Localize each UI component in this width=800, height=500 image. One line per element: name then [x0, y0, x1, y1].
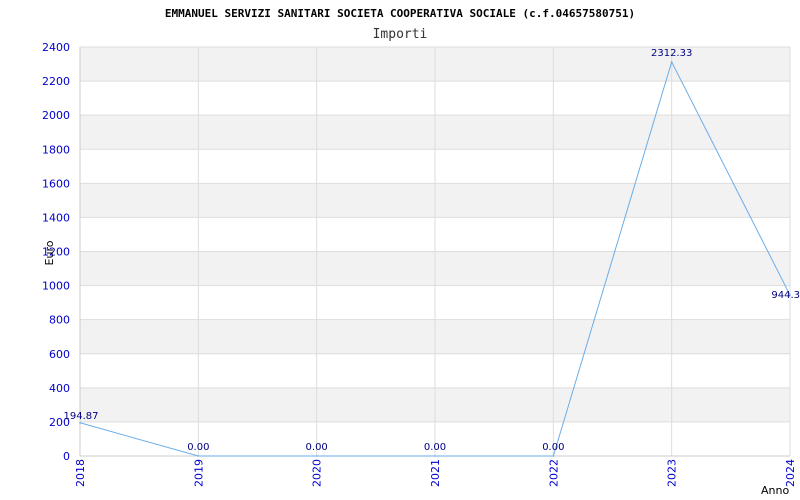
y-axis-label: Euro: [43, 240, 56, 265]
data-point: [434, 455, 436, 457]
x-tick-label: 2024: [784, 459, 797, 487]
y-tick-label: 2400: [42, 41, 70, 54]
y-tick-label: 400: [49, 382, 70, 395]
y-tick-label: 600: [49, 348, 70, 361]
x-tick-label: 2018: [74, 459, 87, 487]
x-tick-label: 2020: [311, 459, 324, 487]
line-chart: 0200400600800100012001400160018002000220…: [42, 7, 800, 497]
data-point: [670, 61, 673, 63]
y-tick-label: 1800: [42, 143, 70, 156]
data-label: 944.3: [771, 290, 800, 301]
data-label: 194.87: [64, 411, 99, 422]
data-label: 0.00: [542, 442, 564, 453]
chart-title: EMMANUEL SERVIZI SANITARI SOCIETA COOPER…: [165, 7, 635, 20]
x-tick-label: 2023: [666, 459, 679, 487]
data-label: 2312.33: [651, 48, 692, 59]
data-point: [79, 421, 81, 424]
data-point: [552, 455, 555, 457]
x-tick-label: 2021: [429, 459, 442, 487]
data-point: [197, 455, 200, 457]
chart-subtitle: Importi: [373, 27, 428, 42]
data-label: 0.00: [187, 442, 209, 453]
x-tick-labels: 2018 2019 2020 2021 2022 2023 2024: [74, 459, 797, 487]
y-tick-label: 800: [49, 314, 70, 327]
data-label: 0.00: [306, 442, 328, 453]
data-point: [315, 455, 318, 457]
y-tick-label: 1000: [42, 280, 70, 293]
y-tick-label: 2000: [42, 109, 70, 122]
y-tick-label: 1400: [42, 211, 70, 224]
y-tick-label: 2200: [42, 75, 70, 88]
data-label: 0.00: [424, 442, 446, 453]
x-tick-label: 2019: [192, 459, 205, 487]
y-tick-label: 0: [63, 450, 70, 463]
x-axis-label: Anno: [761, 484, 789, 497]
y-tick-label: 1600: [42, 177, 70, 190]
x-tick-label: 2022: [547, 459, 560, 487]
